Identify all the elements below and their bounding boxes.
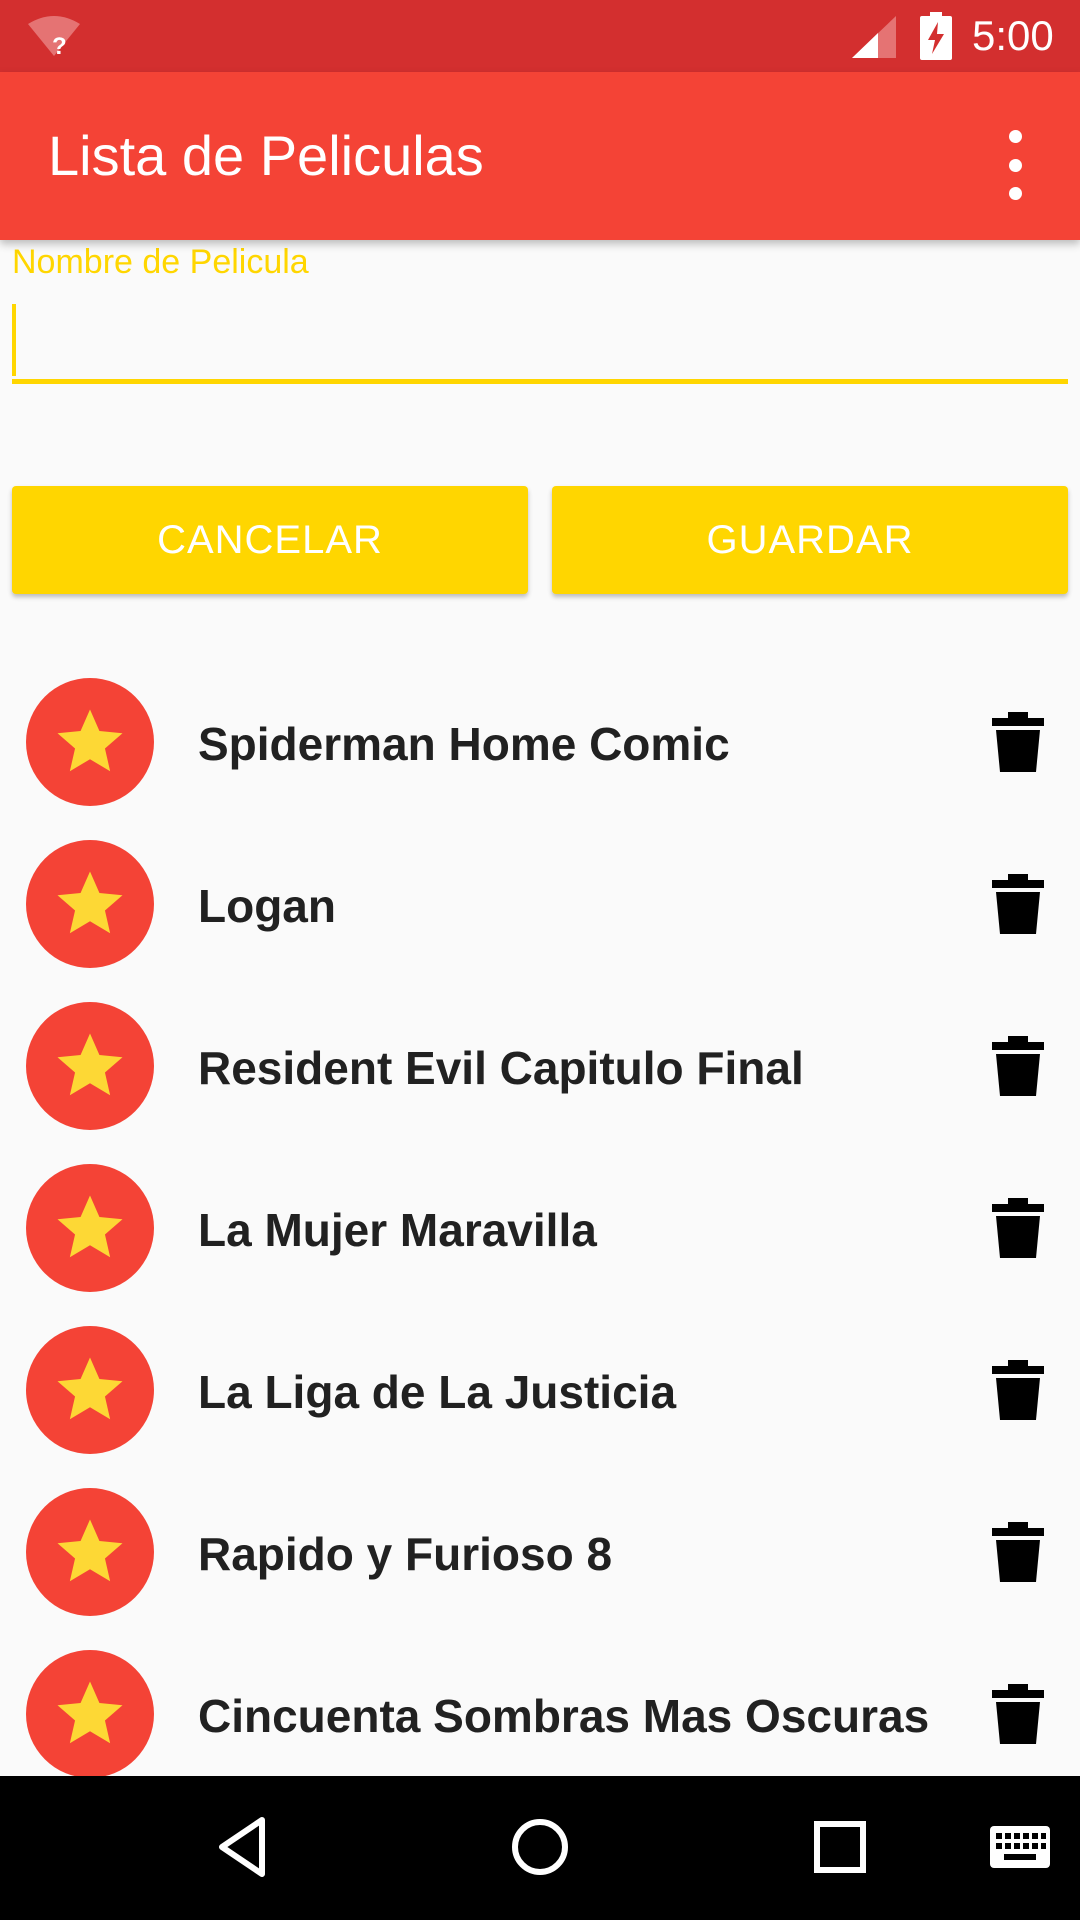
movie-title: Logan	[198, 880, 336, 932]
svg-text:?: ?	[52, 33, 67, 58]
star-icon	[57, 1681, 123, 1744]
text-cursor	[12, 304, 16, 376]
star-icon	[57, 871, 123, 934]
cell-signal-icon	[852, 16, 896, 58]
list-item[interactable]: La Liga de La Justicia	[0, 1310, 1080, 1472]
delete-icon[interactable]	[992, 712, 1044, 772]
list-item[interactable]: Resident Evil Capitulo Final	[0, 986, 1080, 1148]
more-vert-icon[interactable]	[990, 130, 1040, 200]
delete-icon[interactable]	[992, 1360, 1044, 1420]
delete-icon[interactable]	[992, 1522, 1044, 1582]
recents-icon[interactable]	[812, 1812, 868, 1882]
favorite-avatar	[26, 840, 154, 968]
home-icon[interactable]	[508, 1812, 572, 1882]
list-item[interactable]: Spiderman Home Comic	[0, 662, 1080, 824]
movie-title: Spiderman Home Comic	[198, 718, 730, 770]
keyboard-icon[interactable]	[988, 1812, 1052, 1882]
movie-name-input[interactable]	[12, 300, 1068, 384]
list-item[interactable]: La Mujer Maravilla	[0, 1148, 1080, 1310]
favorite-avatar	[26, 1488, 154, 1616]
back-icon[interactable]	[212, 1812, 272, 1882]
movie-name-label: Nombre de Pelicula	[12, 243, 309, 281]
delete-icon[interactable]	[992, 874, 1044, 934]
status-bar: ? 5:00	[0, 0, 1080, 72]
wifi-unknown-icon: ?	[28, 16, 80, 58]
list-item[interactable]: Rapido y Furioso 8	[0, 1472, 1080, 1634]
star-icon	[57, 709, 123, 772]
movie-title: Cincuenta Sombras Mas Oscuras	[198, 1690, 930, 1742]
movie-title: La Liga de La Justicia	[198, 1366, 677, 1418]
movie-list: Spiderman Home Comic Logan Resident Evil…	[0, 662, 1080, 1796]
cancel-button[interactable]: CANCELAR	[12, 486, 528, 594]
list-item[interactable]: Logan	[0, 824, 1080, 986]
favorite-avatar	[26, 1002, 154, 1130]
movie-title: La Mujer Maravilla	[198, 1204, 597, 1256]
status-time: 5:00	[972, 12, 1054, 59]
movie-title: Rapido y Furioso 8	[198, 1528, 613, 1580]
star-icon	[57, 1033, 123, 1096]
list-item[interactable]: Cincuenta Sombras Mas Oscuras	[0, 1634, 1080, 1796]
app-bar: Lista de Peliculas	[0, 72, 1080, 240]
favorite-avatar	[26, 1164, 154, 1292]
star-icon	[57, 1519, 123, 1582]
battery-charging-icon	[920, 12, 952, 60]
movie-title: Resident Evil Capitulo Final	[198, 1042, 804, 1094]
star-icon	[57, 1195, 123, 1258]
navigation-bar	[0, 1776, 1080, 1920]
star-icon	[57, 1357, 123, 1420]
delete-icon[interactable]	[992, 1684, 1044, 1744]
favorite-avatar	[26, 1650, 154, 1778]
save-button[interactable]: GUARDAR	[552, 486, 1068, 594]
favorite-avatar	[26, 1326, 154, 1454]
favorite-avatar	[26, 678, 154, 806]
delete-icon[interactable]	[992, 1036, 1044, 1096]
delete-icon[interactable]	[992, 1198, 1044, 1258]
app-title: Lista de Peliculas	[48, 124, 484, 187]
